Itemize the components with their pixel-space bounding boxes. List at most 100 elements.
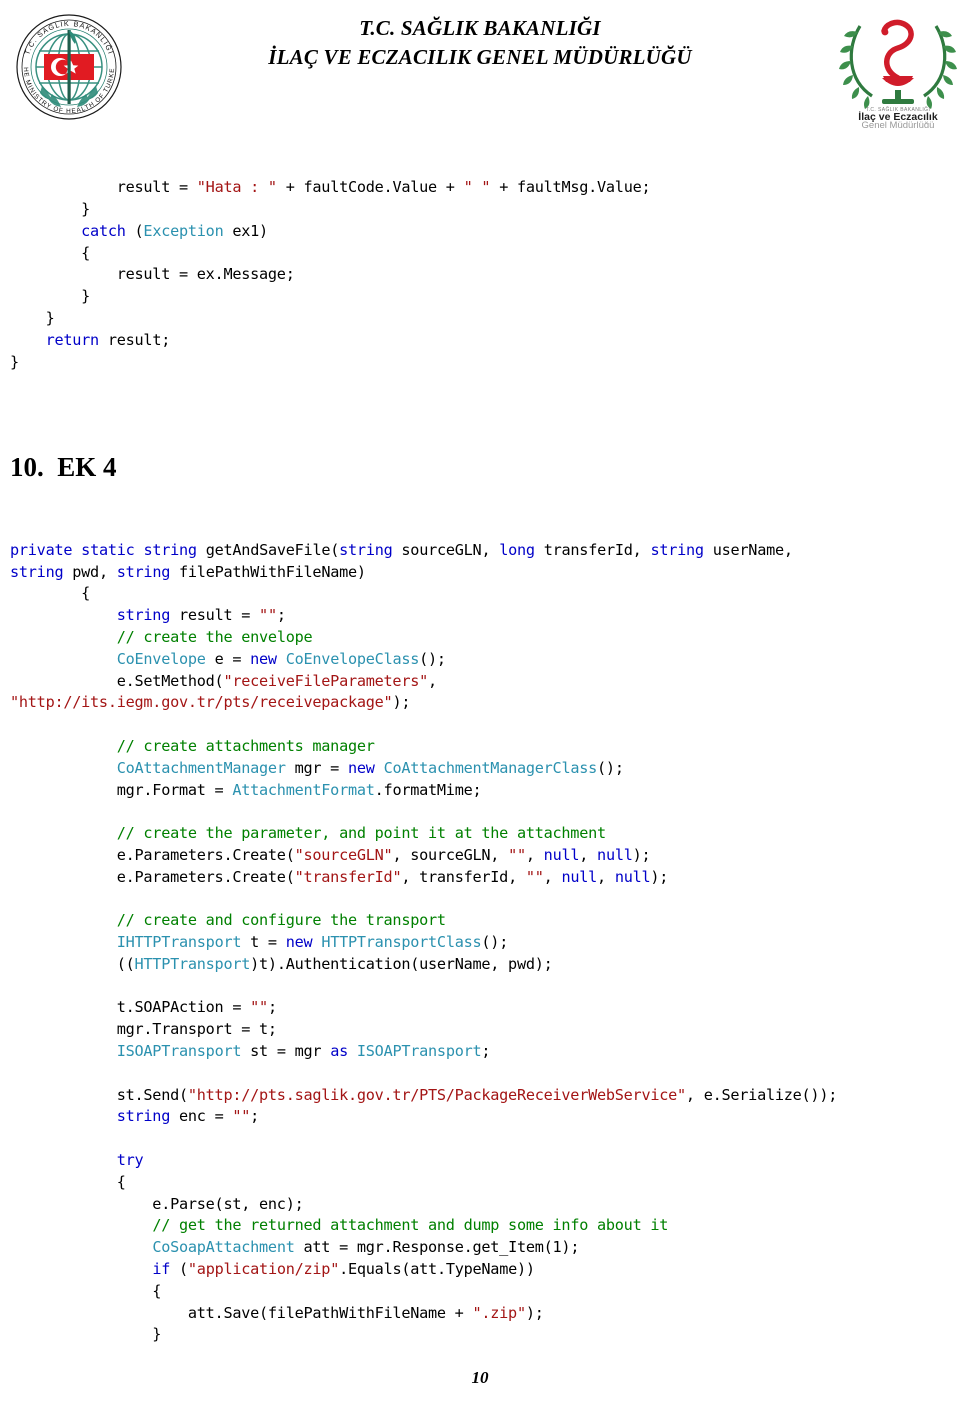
code-token: string xyxy=(143,540,197,559)
code-token: ; xyxy=(276,606,286,625)
code-line: { xyxy=(10,583,950,605)
code-token: filePathWithFileName) xyxy=(170,562,366,581)
code-token: ; xyxy=(250,1107,260,1126)
code-line: catch (Exception ex1) xyxy=(10,221,950,243)
code-token: { xyxy=(10,1281,162,1300)
code-line: IHTTPTransport t = new HTTPTransportClas… xyxy=(10,932,950,954)
code-token: "application/zip" xyxy=(187,1260,340,1279)
code-token: e.Parse(st, enc); xyxy=(10,1194,304,1213)
code-token: string xyxy=(339,540,393,559)
code-token: ".zip" xyxy=(472,1303,526,1322)
code-token: AttachmentFormat xyxy=(232,780,375,799)
code-line: private static string getAndSaveFile(str… xyxy=(10,540,950,562)
code-line: string pwd, string filePathWithFileName) xyxy=(10,562,950,584)
code-line: // create attachments manager xyxy=(10,736,950,758)
code-token: ISOAPTransport xyxy=(356,1042,482,1061)
code-token: } xyxy=(10,199,91,218)
code-token: CoEnvelope xyxy=(116,649,206,668)
code-token: mgr.Transport = t; xyxy=(10,1020,277,1039)
code-line: } xyxy=(10,199,950,221)
code-token: return xyxy=(45,330,100,349)
code-token: "" xyxy=(508,845,526,864)
code-line: return result; xyxy=(10,330,950,352)
code-token: enc = xyxy=(170,1107,233,1126)
code-token: catch xyxy=(81,221,126,240)
code-token: st = mgr xyxy=(241,1042,331,1061)
code-token: , xyxy=(579,845,598,864)
code-token: } xyxy=(10,287,91,306)
code-token: try xyxy=(116,1151,144,1170)
code-token: att.Save(filePathWithFileName + xyxy=(10,1303,473,1322)
code-token: sourceGLN, xyxy=(392,540,500,559)
code-token: )t).Authentication(userName, pwd); xyxy=(250,954,553,973)
code-token: "" xyxy=(259,606,277,625)
page-title-line2: İLAÇ VE ECZACILIK GENEL MÜDÜRLÜĞÜ xyxy=(268,45,692,69)
code-token: result = xyxy=(10,178,197,197)
code-token: "http://its.iegm.gov.tr/pts/receivepacka… xyxy=(10,693,393,712)
page-title: T.C. SAĞLIK BAKANLIĞI İLAÇ VE ECZACILIK … xyxy=(200,14,760,72)
code-token: ; xyxy=(267,998,277,1017)
code-token: CoSoapAttachment xyxy=(152,1238,295,1257)
code-token: CoAttachmentManager xyxy=(116,758,286,777)
code-token: if xyxy=(152,1260,171,1279)
code-token: IHTTPTransport xyxy=(116,933,242,952)
code-token: result = xyxy=(170,606,260,625)
code-token: , xyxy=(525,845,544,864)
code-token: ( xyxy=(170,1260,188,1279)
code-token: { xyxy=(10,1172,126,1191)
code-token: string xyxy=(116,606,171,625)
code-token: as xyxy=(330,1042,348,1061)
code-token: // create the parameter, and point it at… xyxy=(116,824,606,843)
code-token: att = mgr.Response.get_Item(1); xyxy=(294,1238,580,1257)
code-token: "receiveFileParameters" xyxy=(223,671,429,690)
code-token: "" xyxy=(232,1107,251,1126)
code-line: // create the envelope xyxy=(10,627,950,649)
code-token: } xyxy=(10,1325,162,1344)
code-token: ex1) xyxy=(223,221,268,240)
code-line: { xyxy=(10,1172,950,1194)
code-line: // create the parameter, and point it at… xyxy=(10,823,950,845)
code-line: { xyxy=(10,243,950,265)
code-line: t.SOAPAction = ""; xyxy=(10,997,950,1019)
code-line: try xyxy=(10,1150,950,1172)
code-token: e.Parameters.Create( xyxy=(10,867,295,886)
code-line: CoAttachmentManager mgr = new CoAttachme… xyxy=(10,758,950,780)
ministry-of-health-seal-logo: T.C. SAĞLIK BAKANLIĞI THE MINISTRY OF HE… xyxy=(5,1,130,126)
code-line: e.SetMethod("receiveFileParameters", xyxy=(10,671,950,693)
code-token: (); xyxy=(481,933,509,952)
code-token: mgr = xyxy=(285,758,348,777)
code-token: null xyxy=(543,845,580,864)
code-token: ; xyxy=(481,1042,491,1061)
code-token: ); xyxy=(632,845,651,864)
code-line: e.Parameters.Create("transferId", transf… xyxy=(10,867,950,889)
code-token: transferId, xyxy=(534,540,651,559)
code-token: , sourceGLN, xyxy=(392,845,509,864)
code-token: (( xyxy=(10,954,135,973)
code-token: ); xyxy=(650,867,669,886)
code-token: , xyxy=(597,867,615,886)
code-token: t.SOAPAction = xyxy=(10,998,251,1017)
code-token: "" xyxy=(525,867,544,886)
code-token: mgr.Format = xyxy=(10,780,233,799)
svg-text:Genel Müdürlüğü: Genel Müdürlüğü xyxy=(862,120,935,128)
code-line: } xyxy=(10,352,950,374)
code-line: mgr.Transport = t; xyxy=(10,1019,950,1041)
code-token: t = xyxy=(241,933,286,952)
ilac-ve-eczacilik-logo: T.C. SAĞLIK BAKANLIĞI İlaç ve Eczacılık … xyxy=(838,4,958,131)
code-token: null xyxy=(561,867,598,886)
code-token: "Hata : " xyxy=(196,178,277,197)
section-heading-title: EK 4 xyxy=(57,451,117,482)
